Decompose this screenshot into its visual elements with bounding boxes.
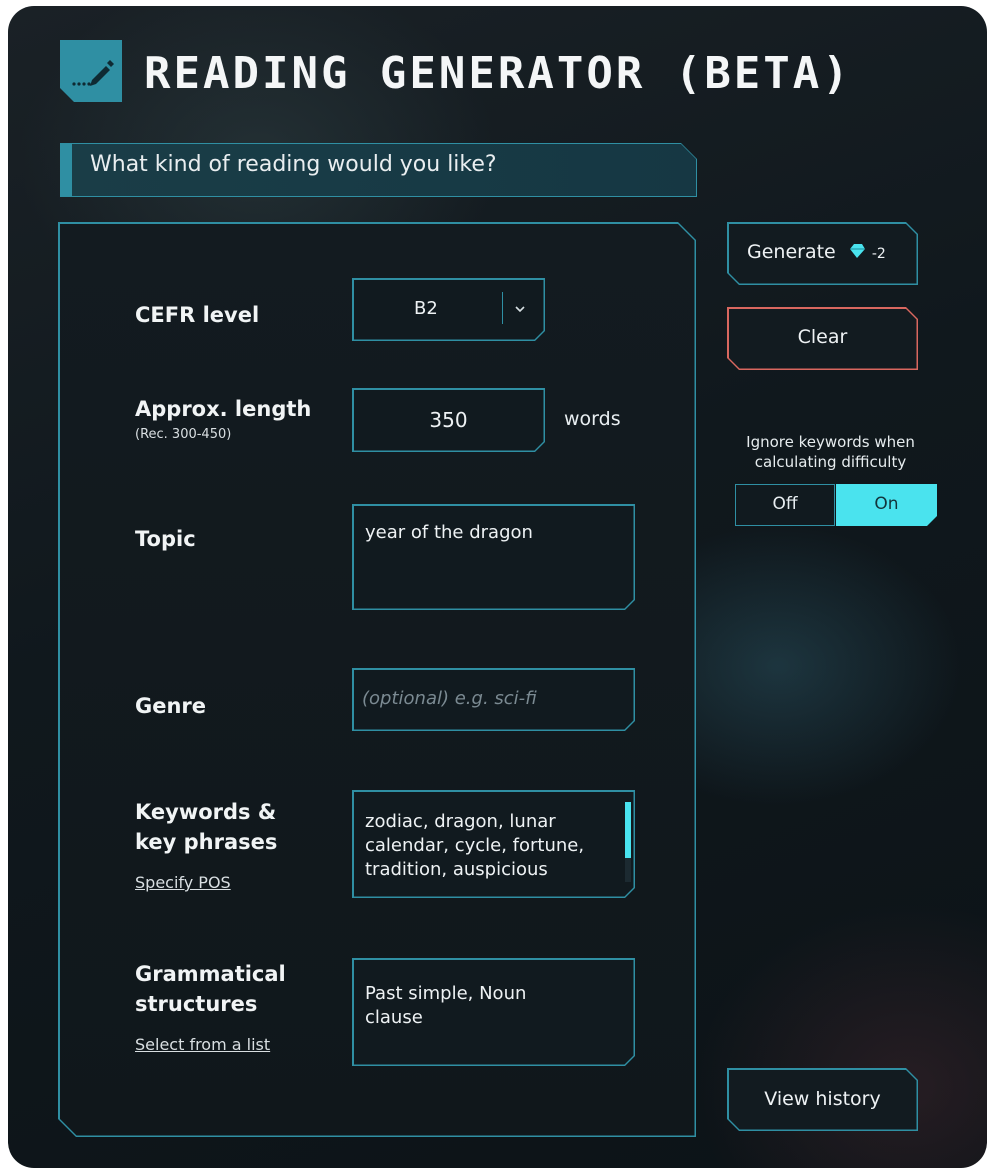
chevron-down-icon[interactable] (514, 300, 526, 319)
toggle-on-label: On (874, 494, 899, 514)
clear-button[interactable]: Clear (727, 307, 918, 370)
prompt-bar: What kind of reading would you like? (60, 143, 697, 197)
prompt-text: What kind of reading would you like? (90, 152, 497, 177)
grammar-label-line2: structures (135, 992, 258, 1016)
toggle-on-option[interactable]: On (836, 484, 937, 526)
genre-placeholder: (optional) e.g. sci-fi (362, 688, 537, 709)
generate-button[interactable]: Generate -2 (727, 222, 918, 285)
keywords-label-line1: Keywords & (135, 800, 277, 824)
genre-input[interactable]: (optional) e.g. sci-fi (352, 668, 635, 731)
grammar-input[interactable]: Past simple, Noun clause (352, 958, 635, 1066)
length-label: Approx. length (135, 397, 312, 421)
grammar-label-line1: Grammatical (135, 962, 286, 986)
specify-pos-link[interactable]: Specify POS (135, 873, 231, 892)
length-input[interactable]: 350 (352, 388, 545, 452)
length-hint: (Rec. 300-450) (135, 427, 232, 442)
edit-pencil-icon (60, 40, 122, 102)
cefr-select[interactable]: B2 (352, 278, 545, 341)
generate-label: Generate (747, 241, 836, 263)
cefr-label: CEFR level (135, 303, 260, 327)
length-value: 350 (429, 408, 468, 432)
clear-label: Clear (797, 326, 848, 348)
select-from-list-link[interactable]: Select from a list (135, 1035, 270, 1054)
topic-input[interactable]: year of the dragon (352, 504, 635, 610)
ignore-keywords-caption: Ignore keywords when calculating difficu… (746, 433, 915, 471)
topic-label: Topic (135, 527, 196, 551)
generate-cost: -2 (871, 246, 886, 262)
page-title: READING GENERATOR (BETA) (144, 48, 852, 99)
cefr-value: B2 (414, 298, 438, 319)
toggle-off-label: Off (772, 494, 798, 514)
genre-label: Genre (135, 694, 207, 718)
keywords-scrollbar-thumb[interactable] (625, 802, 631, 858)
view-history-button[interactable]: View history (727, 1068, 918, 1131)
keywords-value: zodiac, dragon, lunar calendar, cycle, f… (365, 811, 585, 880)
gem-icon (848, 242, 866, 264)
topic-value: year of the dragon (365, 522, 533, 543)
keywords-label-line2: key phrases (135, 830, 278, 854)
grammar-value: Past simple, Noun clause (365, 983, 527, 1028)
view-history-label: View history (764, 1088, 881, 1110)
keywords-input[interactable]: zodiac, dragon, lunar calendar, cycle, f… (352, 790, 635, 898)
length-unit: words (564, 408, 621, 430)
app-window: READING GENERATOR (BETA) What kind of re… (8, 6, 987, 1168)
cefr-divider (502, 292, 503, 324)
toggle-off-option[interactable]: Off (735, 484, 835, 526)
